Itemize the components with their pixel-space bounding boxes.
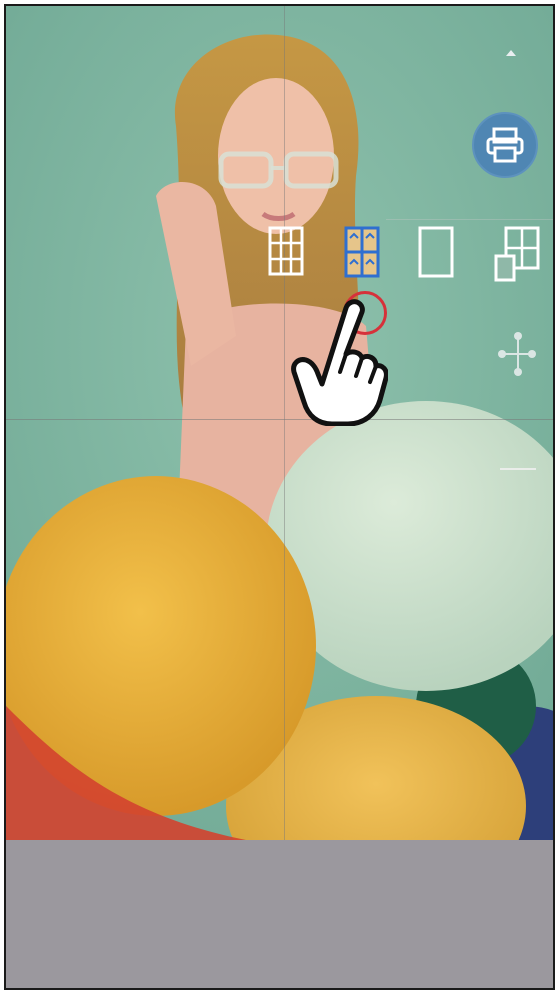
share-icon[interactable] [494, 328, 538, 380]
grid-2x2-icon [344, 226, 380, 278]
device-screen [4, 4, 555, 990]
collapse-handle[interactable] [500, 468, 536, 470]
layout-option-collage[interactable] [494, 226, 540, 289]
photo-image [6, 6, 553, 840]
hand-pointer-icon [291, 299, 388, 426]
eject-icon[interactable] [504, 48, 518, 58]
layout-option-3x3[interactable] [268, 226, 304, 281]
layout-option-2x2[interactable] [344, 226, 380, 283]
collage-icon [494, 226, 540, 282]
single-frame-icon [418, 226, 454, 278]
printer-icon [486, 127, 524, 163]
layout-option-single[interactable] [418, 226, 454, 283]
bottom-panel [6, 840, 553, 988]
photo-preview[interactable] [6, 6, 553, 840]
print-button[interactable] [472, 112, 538, 178]
grid-3x3-icon [268, 226, 304, 276]
